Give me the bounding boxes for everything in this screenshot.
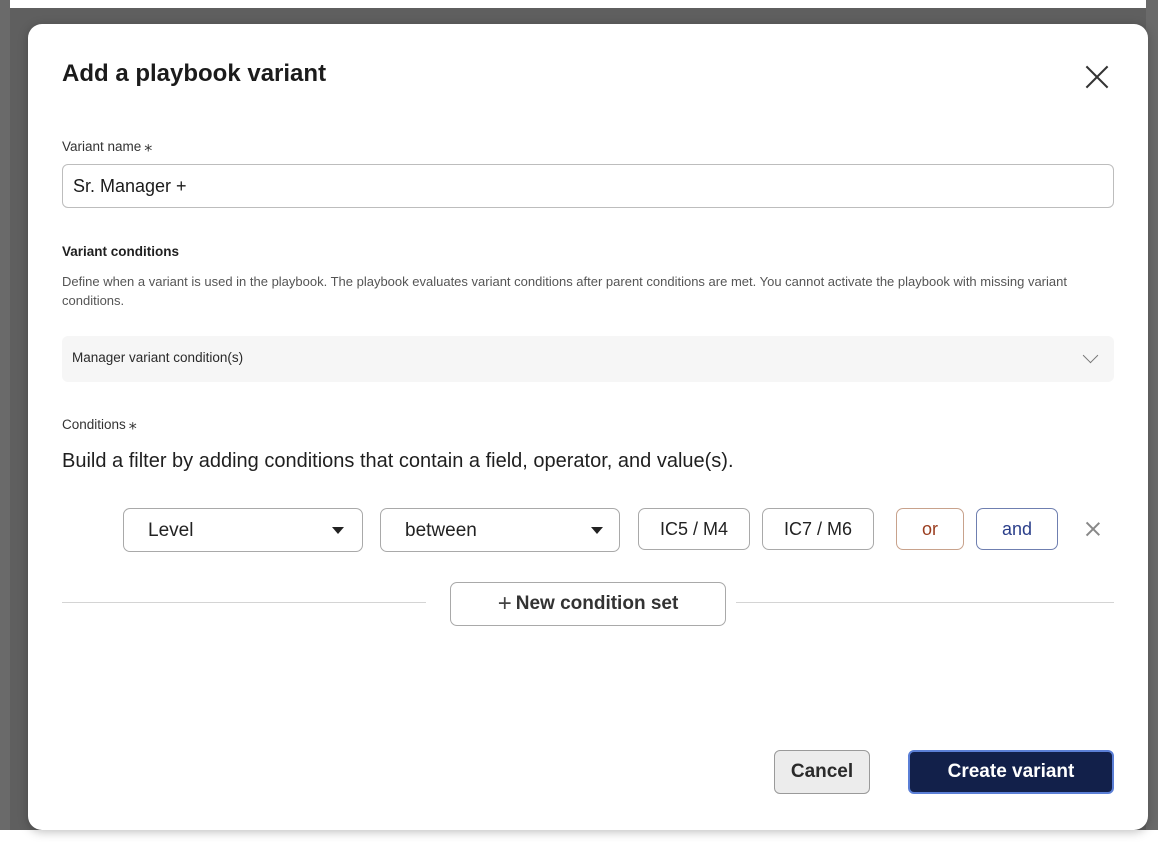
- create-variant-button[interactable]: Create variant: [908, 750, 1114, 794]
- variant-name-label-text: Variant name: [62, 139, 142, 154]
- operator-dropdown-value: between: [405, 520, 477, 541]
- close-icon[interactable]: [1084, 64, 1110, 90]
- caret-down-icon: [332, 527, 344, 534]
- required-asterisk-icon: ⁎: [144, 138, 153, 155]
- variant-name-label: Variant name ⁎: [62, 136, 152, 156]
- variant-conditions-title: Variant conditions: [62, 244, 180, 259]
- background-top: [0, 0, 1158, 8]
- variant-name-input[interactable]: [62, 164, 1114, 208]
- new-condition-set-label: New condition set: [515, 593, 679, 614]
- conditions-label: Conditions ⁎: [62, 414, 137, 434]
- conditions-helper-text: Build a filter by adding conditions that…: [62, 450, 734, 472]
- variant-conditions-description: Define when a variant is used in the pla…: [62, 274, 1067, 308]
- value-chip-from[interactable]: IC5 / M4: [638, 508, 750, 550]
- divider: [736, 602, 1114, 603]
- field-dropdown[interactable]: Level: [123, 508, 363, 552]
- plus-icon: +: [497, 590, 512, 617]
- field-dropdown-value: Level: [148, 520, 194, 541]
- background-left: [0, 0, 10, 842]
- background-bottom: [0, 830, 1158, 842]
- operator-dropdown[interactable]: between: [380, 508, 620, 552]
- caret-down-icon: [591, 527, 603, 534]
- variant-condition-select[interactable]: Manager variant condition(s): [62, 336, 1114, 382]
- modal-title: Add a playbook variant: [62, 60, 327, 87]
- value-chip-to[interactable]: IC7 / M6: [762, 508, 874, 550]
- remove-condition-icon[interactable]: [1086, 522, 1100, 536]
- cancel-button[interactable]: Cancel: [774, 750, 870, 794]
- required-asterisk-icon: ⁎: [128, 416, 137, 433]
- add-variant-modal: Add a playbook variant Variant name⁎ Var…: [28, 24, 1148, 830]
- conditions-label-text: Conditions: [62, 417, 126, 432]
- or-button[interactable]: or: [896, 508, 964, 550]
- divider: [62, 602, 426, 603]
- new-condition-set-button[interactable]: + New condition set: [450, 582, 726, 626]
- variant-condition-select-label: Manager variant condition(s): [72, 350, 244, 365]
- and-button[interactable]: and: [976, 508, 1058, 550]
- chevron-down-icon: [1082, 347, 1099, 364]
